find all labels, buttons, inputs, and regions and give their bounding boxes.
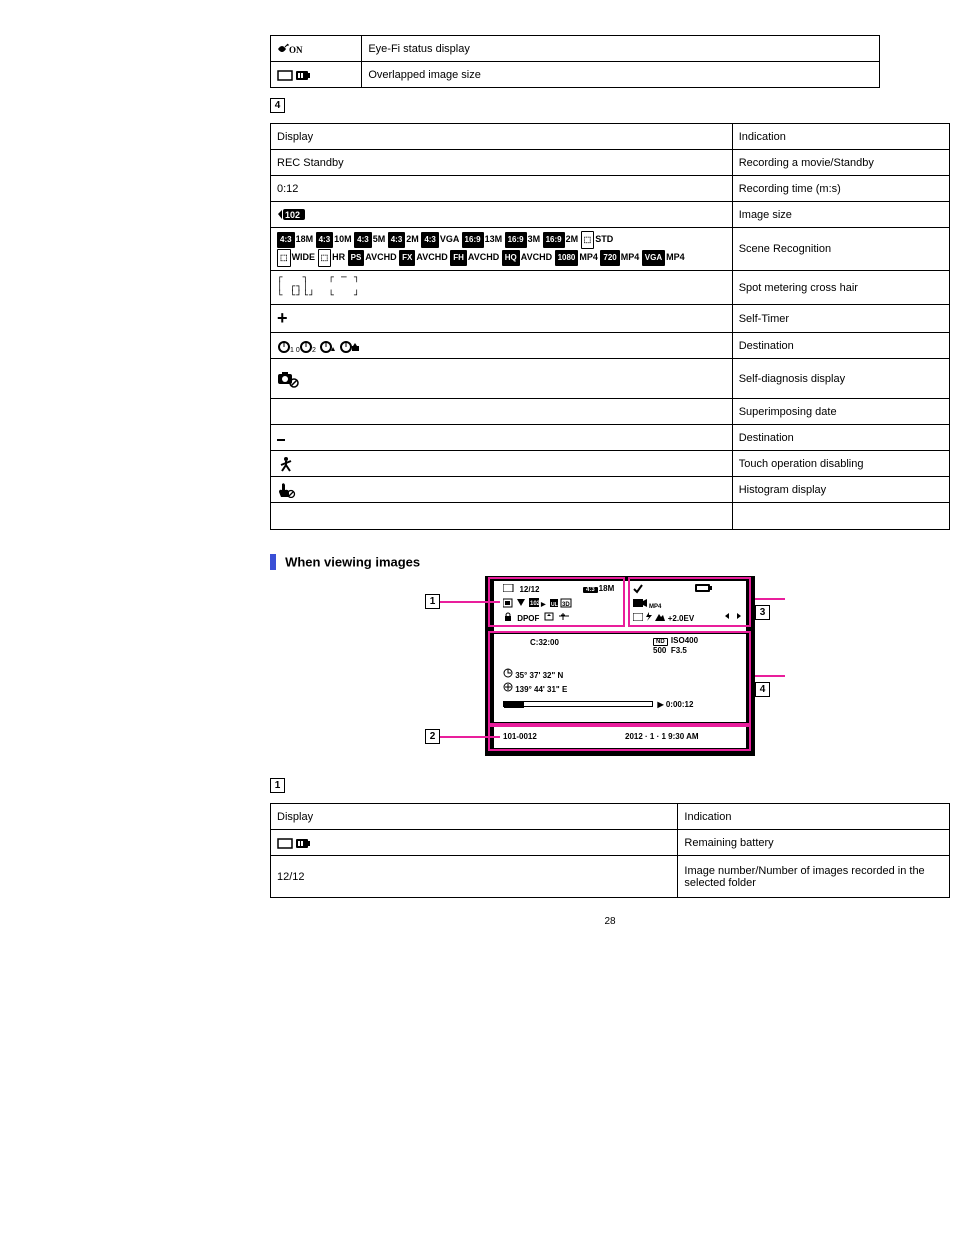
header-indication: Indication: [678, 804, 950, 830]
disp-on-off-icon: [277, 506, 726, 526]
desc-cell: Overlapped image size: [362, 62, 880, 88]
callout-region-4: [488, 631, 751, 725]
table-row: Remaining battery: [271, 830, 950, 856]
svg-text:10: 10: [290, 347, 302, 354]
section-anchor-4: 4: [270, 98, 285, 113]
walking-person-icon: [277, 456, 295, 472]
image-size-chips: 4:318M 4:310M 4:35M 4:32M 4:3VGA 16:913M…: [277, 231, 726, 267]
table-row: + Self-Timer: [271, 305, 950, 333]
callout-region-1: [488, 577, 625, 627]
callout-region-3: [628, 577, 751, 627]
icon-cell-memory-battery: [271, 62, 362, 88]
table-row: Superimposing date: [271, 399, 950, 425]
table-row: REC StandbyRecording a movie/Standby: [271, 150, 950, 176]
section-marker-icon: [270, 554, 276, 570]
table-row: Histogram display: [271, 477, 950, 503]
main-table: Display Indication REC StandbyRecording …: [270, 123, 950, 530]
svg-text:2: 2: [312, 347, 318, 354]
table-row: ┌ ┐ ┌ ─ ┐ │ ┌┐│ └ └┘└┘ └ ┘ Spot metering…: [271, 271, 950, 305]
svg-text:ON: ON: [289, 45, 303, 55]
bottom-table: Display Indication Remaining battery 12/…: [270, 803, 950, 898]
memory-card-battery-icon: [277, 836, 315, 850]
table-row: 0:12Recording time (m:s): [271, 176, 950, 202]
table-row: Touch operation disabling: [271, 451, 950, 477]
callout-label-4: 4: [755, 682, 770, 697]
scene-recognition-frames-icon: ┌ ┐ ┌ ─ ┐ │ ┌┐│ └ └┘└┘ └ ┘: [277, 274, 726, 301]
self-timer-icons: 10 2: [277, 337, 377, 352]
callout-label-1: 1: [425, 594, 440, 609]
table-row: Self-diagnosis display: [271, 359, 950, 399]
table-row: ON Eye-Fi status display: [271, 36, 880, 62]
icon-cell-eye-af: ON: [271, 36, 362, 62]
memory-card-battery-icon: [277, 68, 315, 82]
callout-region-2: [488, 725, 751, 751]
folder-102-icon: 102: [277, 208, 307, 221]
touch-disable-icon: [277, 482, 297, 498]
table-row: 10 2 Destination: [271, 333, 950, 359]
date-badge-icon: [277, 439, 285, 441]
page-number: 28: [270, 916, 950, 927]
camera-prohibit-icon: [277, 370, 301, 388]
svg-text:102: 102: [285, 210, 300, 220]
spot-cross-icon: +: [277, 308, 288, 328]
section-title: When viewing images: [285, 555, 420, 570]
desc-cell: Eye-Fi status display: [362, 36, 880, 62]
callout-label-2: 2: [425, 729, 440, 744]
callout-label-3: 3: [755, 605, 770, 620]
section-anchor-1: 1: [270, 778, 285, 793]
table-row: Overlapped image size: [271, 62, 880, 88]
top-table: ON Eye-Fi status display Overlapped imag…: [270, 35, 880, 88]
header-indication: Indication: [732, 124, 949, 150]
eye-af-on-icon: ON: [277, 42, 311, 56]
table-row: 12/12 Image number/Number of images reco…: [271, 856, 950, 898]
viewing-screen-diagram: 12/12 4:318M 102 ▶ ULL3D DPOF: [425, 576, 795, 758]
table-row: [271, 503, 950, 530]
table-row: 102 Image size: [271, 202, 950, 228]
header-display: Display: [271, 124, 733, 150]
header-display: Display: [271, 804, 678, 830]
table-row: Destination: [271, 425, 950, 451]
table-row: 4:318M 4:310M 4:35M 4:32M 4:3VGA 16:913M…: [271, 228, 950, 271]
